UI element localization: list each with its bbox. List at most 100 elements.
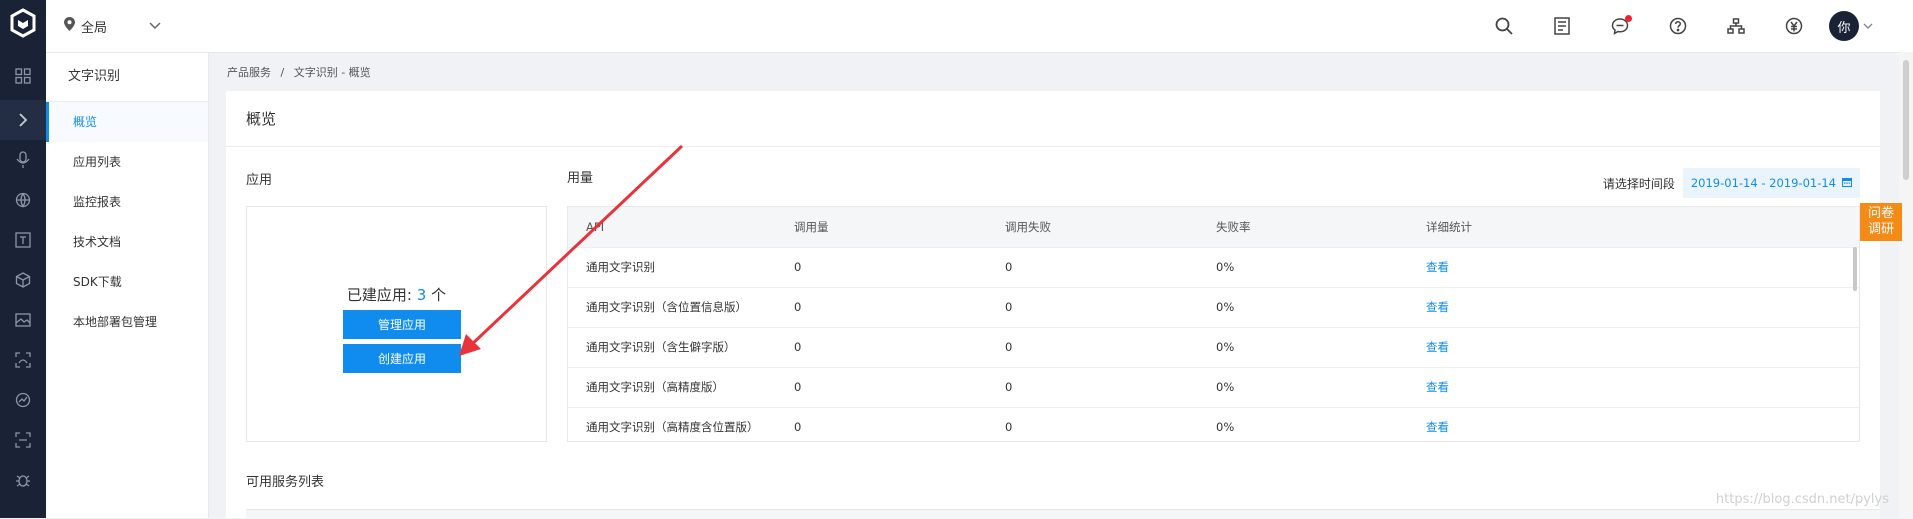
location-pin-icon (64, 17, 75, 35)
cloud-logo-icon[interactable] (0, 0, 46, 46)
table-row: 通用文字识别（含生僻字版） 0 0 0% 查看 (568, 327, 1859, 368)
usage-table: API 调用量 调用失败 失败率 详细统计 通用文字识别 0 0 0% 查看 通… (567, 206, 1860, 442)
table-row: 通用文字识别（含位置信息版） 0 0 0% 查看 (568, 287, 1859, 328)
col-header-calls: 调用量 (794, 220, 829, 234)
messages-icon[interactable] (1591, 0, 1649, 52)
view-details-link[interactable]: 查看 (1426, 367, 1449, 407)
chevron-down-icon (149, 19, 161, 34)
product-title: 文字识别 (46, 53, 208, 102)
table-row: 通用文字识别（高精度版） 0 0 0% 查看 (568, 367, 1859, 408)
date-range-area: 请选择时间段 2019-01-14 - 2019-01-14 (1603, 168, 1860, 198)
cell-api: 通用文字识别（高精度含位置版） (586, 420, 759, 434)
date-range-value: 2019-01-14 - 2019-01-14 (1690, 176, 1836, 190)
cell-failures: 0 (1005, 380, 1013, 394)
cell-failures: 0 (1005, 260, 1013, 274)
avatar[interactable]: 你 (1829, 11, 1859, 41)
region-selector[interactable]: 全局 (64, 0, 161, 52)
mic-icon[interactable] (0, 140, 46, 180)
breadcrumb: 产品服务 / 文字识别 - 概览 (227, 64, 371, 80)
survey-line-1: 问卷 (1867, 206, 1894, 221)
date-range-label: 请选择时间段 (1602, 176, 1675, 191)
cell-fail-rate: 0% (1216, 380, 1235, 394)
table-scrollbar[interactable] (1853, 247, 1857, 291)
create-app-button[interactable]: 创建应用 (343, 344, 461, 373)
bug-icon[interactable] (0, 460, 46, 500)
top-bar: 全局 你 (46, 0, 1913, 53)
analytics-icon[interactable] (0, 380, 46, 420)
face-icon[interactable] (0, 340, 46, 380)
manage-apps-button[interactable]: 管理应用 (343, 310, 461, 339)
cell-calls: 0 (794, 300, 802, 314)
cell-calls: 0 (794, 420, 802, 434)
billing-icon[interactable] (1765, 0, 1823, 52)
breadcrumb-separator: / (280, 66, 285, 79)
cell-api: 通用文字识别（含位置信息版） (586, 300, 747, 314)
search-icon[interactable] (1475, 0, 1533, 52)
overview-card: 概览 应用 用量 已建应用: 3 个 管理应用 创建应用 请选择时间段 2019… (226, 91, 1880, 519)
notification-dot (1625, 15, 1632, 22)
sidebar-item-docs[interactable]: 技术文档 (46, 222, 208, 262)
col-header-details: 详细统计 (1426, 220, 1472, 234)
cube-icon[interactable] (0, 260, 46, 300)
view-details-link[interactable]: 查看 (1426, 407, 1449, 441)
breadcrumb-current: 文字识别 - 概览 (293, 66, 371, 79)
app-count-number: 3 (416, 286, 427, 304)
cell-fail-rate: 0% (1216, 420, 1235, 434)
cell-api: 通用文字识别 (586, 260, 655, 274)
cell-failures: 0 (1005, 340, 1013, 354)
survey-tab[interactable]: 问卷 调研 (1860, 203, 1902, 241)
sidebar-item-sdk-download[interactable]: SDK下载 (46, 262, 208, 302)
page-scrollbar[interactable] (1899, 52, 1913, 518)
help-icon[interactable] (1649, 0, 1707, 52)
breadcrumb-products[interactable]: 产品服务 (227, 66, 271, 79)
app-section-label: 应用 (246, 173, 273, 188)
app-summary-box: 已建应用: 3 个 管理应用 创建应用 (246, 206, 547, 442)
table-row: 通用文字识别（高精度含位置版） 0 0 0% 查看 (568, 407, 1859, 441)
calendar-icon (1842, 176, 1852, 190)
cell-calls: 0 (794, 260, 802, 274)
cell-calls: 0 (794, 380, 802, 394)
app-count-text: 已建应用: 3 个 (247, 284, 546, 305)
cell-fail-rate: 0% (1216, 300, 1235, 314)
page-title: 概览 (226, 91, 1880, 147)
view-details-link[interactable]: 查看 (1426, 247, 1449, 287)
col-header-api: API (586, 220, 605, 234)
col-header-failures: 调用失败 (1005, 220, 1051, 234)
watermark: https://blog.csdn.net/pylys (1715, 492, 1889, 507)
sidebar-item-overview[interactable]: 概览 (46, 102, 208, 142)
cell-fail-rate: 0% (1216, 260, 1235, 274)
col-header-fail-rate: 失败率 (1216, 220, 1251, 234)
org-icon[interactable] (1707, 0, 1765, 52)
cell-fail-rate: 0% (1216, 340, 1235, 354)
app-count-prefix: 已建应用: (346, 286, 417, 304)
text-icon[interactable] (0, 220, 46, 260)
cell-failures: 0 (1005, 300, 1013, 314)
view-details-link[interactable]: 查看 (1426, 327, 1449, 367)
globe-icon[interactable] (0, 180, 46, 220)
cell-failures: 0 (1005, 420, 1013, 434)
table-header-row: API 调用量 调用失败 失败率 详细统计 (568, 207, 1859, 248)
scan-icon[interactable] (0, 420, 46, 460)
sidebar-item-monitoring[interactable]: 监控报表 (46, 182, 208, 222)
sidebar-item-app-list[interactable]: 应用列表 (46, 142, 208, 182)
services-section-label: 可用服务列表 (246, 475, 325, 490)
product-sidebar: 文字识别 概览 应用列表 监控报表 技术文档 SDK下载 本地部署包管理 (46, 53, 209, 518)
survey-line-2: 调研 (1867, 222, 1894, 237)
orders-icon[interactable] (1533, 0, 1591, 52)
grid-icon[interactable] (0, 56, 46, 96)
region-label: 全局 (81, 20, 108, 36)
app-count-suffix: 个 (426, 286, 447, 304)
expand-icon[interactable] (0, 100, 46, 140)
image-icon[interactable] (0, 300, 46, 340)
sidebar-item-local-deploy[interactable]: 本地部署包管理 (46, 302, 208, 342)
cell-api: 通用文字识别（高精度版） (586, 380, 724, 394)
table-row: 通用文字识别 0 0 0% 查看 (568, 247, 1859, 288)
page-scrollbar-thumb[interactable] (1903, 60, 1909, 180)
usage-section-label: 用量 (567, 171, 594, 186)
date-range-picker[interactable]: 2019-01-14 - 2019-01-14 (1682, 168, 1860, 198)
cell-api: 通用文字识别（含生僻字版） (586, 340, 736, 354)
icon-rail (0, 0, 46, 518)
cell-calls: 0 (794, 340, 802, 354)
view-details-link[interactable]: 查看 (1426, 287, 1449, 327)
avatar-chevron-down-icon[interactable] (1863, 19, 1873, 33)
